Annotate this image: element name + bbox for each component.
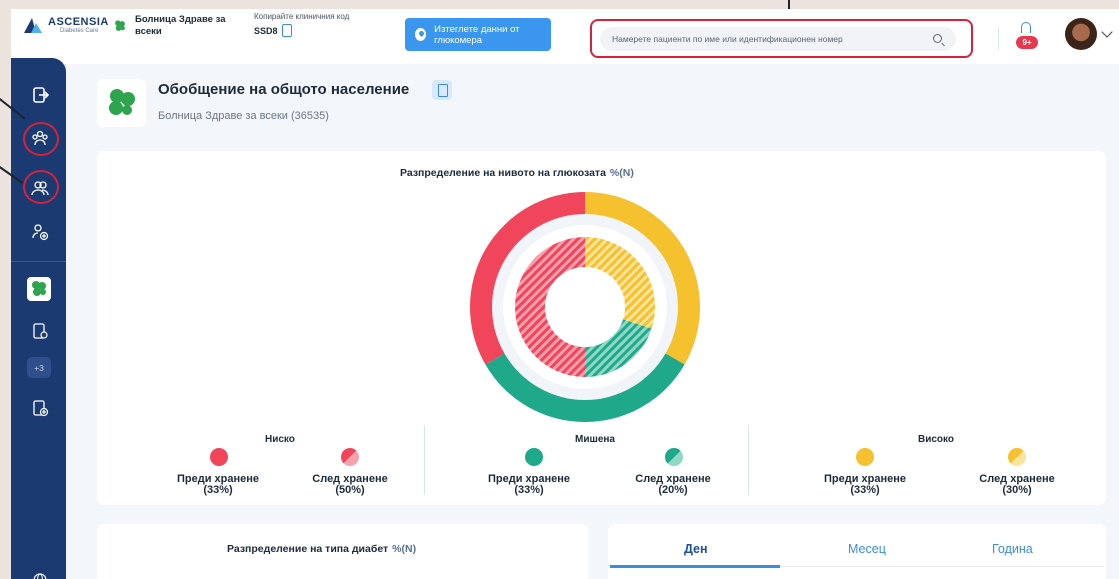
clinic-settings-icon[interactable]	[28, 319, 52, 343]
brand-subtitle: Diabetes Care	[60, 27, 99, 34]
legend-label-low-before: Преди хранене (33%)	[176, 473, 260, 496]
avatar[interactable]	[1065, 18, 1097, 50]
legend-dot-target-after	[665, 448, 683, 466]
add-patient-icon[interactable]	[28, 220, 52, 244]
search-icon[interactable]	[933, 34, 942, 43]
annotation-highlight-patients	[23, 170, 59, 204]
brand-name: ASCENSIA	[48, 15, 109, 28]
legend-label-high-after: След хранене (30%)	[979, 473, 1055, 496]
download-glucometer-button[interactable]: Изтеглете данни от глюкомера	[405, 18, 551, 51]
ascensia-logo: ASCENSIA Diabetes Care	[22, 16, 109, 34]
copy-icon[interactable]	[281, 24, 292, 37]
sidebar-divider	[11, 261, 66, 262]
legend-dot-low-before	[210, 448, 228, 466]
clinic-logo	[97, 79, 146, 127]
add-clinic-icon[interactable]	[28, 396, 52, 420]
glucose-donut-chart	[470, 192, 700, 422]
clover-icon	[115, 20, 125, 31]
active-tab-indicator	[610, 565, 780, 568]
copy-clinic-code[interactable]: Копирайте клиничния код SSD8	[254, 12, 349, 37]
page-title: Обобщение на общото население	[158, 81, 410, 98]
hospital-selector[interactable]: Болница Здраве за всеки	[113, 14, 235, 38]
legend-title-low: Ниско	[265, 434, 295, 445]
legend-dot-high-after	[1008, 448, 1026, 466]
annotation-highlight-population	[23, 122, 59, 156]
legend-dot-low-after	[341, 448, 359, 466]
legend-divider	[424, 425, 425, 495]
legend-label-high-before: Преди хранене (33%)	[823, 473, 907, 496]
tab-divider	[780, 566, 1104, 567]
ascensia-logo-icon	[24, 18, 42, 33]
more-clinics[interactable]: +3	[27, 357, 51, 378]
tab-year[interactable]: Година	[992, 542, 1033, 556]
chart-title: Разпределение на нивото на глюкозата %(N)	[400, 167, 634, 179]
download-icon	[415, 28, 427, 41]
tab-month[interactable]: Месец	[848, 542, 886, 556]
download-button-label: Изтеглете данни от глюкомера	[434, 23, 520, 46]
exit-icon[interactable]	[28, 83, 52, 107]
clinic-logo[interactable]	[27, 277, 51, 301]
legend-dot-high-before	[856, 448, 874, 466]
page-subtitle: Болница Здраве за всеки (36535)	[158, 110, 329, 122]
legend-divider	[748, 425, 749, 495]
legend-label-low-after: След хранене (50%)	[312, 473, 388, 496]
legend-dot-target-before	[525, 448, 543, 466]
notifications-badge: 9+	[1016, 36, 1038, 49]
bell-icon	[1021, 22, 1031, 33]
notifications[interactable]: 9+	[1016, 22, 1038, 52]
tab-day[interactable]: Ден	[684, 542, 708, 556]
legend-label-target-after: След хранене (20%)	[635, 473, 711, 496]
diabetes-type-title: Разпределение на типа диабет %(N)	[227, 543, 417, 555]
legend-title-high: Високо	[918, 434, 955, 445]
legend-title-target: Мишена	[575, 434, 615, 445]
donut-center	[545, 267, 625, 347]
globe-icon[interactable]	[28, 568, 52, 579]
copy-code-label: Копирайте клиничния код	[254, 12, 350, 21]
clinic-code: SSD8	[254, 25, 278, 36]
legend-label-target-before: Преди хранене (33%)	[487, 473, 571, 496]
header-divider	[998, 28, 999, 50]
patient-search[interactable]	[600, 27, 956, 51]
report-icon[interactable]	[432, 80, 452, 100]
hospital-name: Болница Здраве за всеки	[135, 14, 226, 37]
search-input[interactable]	[612, 34, 922, 44]
